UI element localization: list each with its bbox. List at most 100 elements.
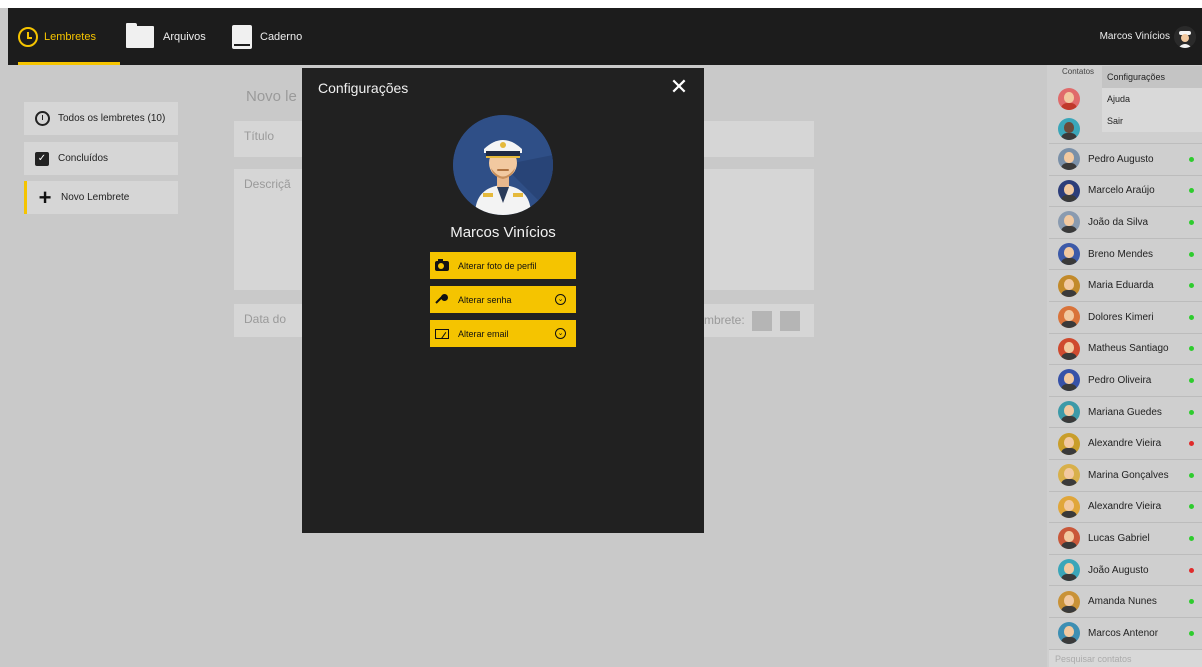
contact-row[interactable]: Pedro Augusto	[1049, 144, 1202, 176]
color-swatch[interactable]	[752, 311, 772, 331]
close-icon[interactable]: ✕	[668, 76, 690, 98]
avatar	[1058, 464, 1080, 487]
color-swatch[interactable]	[780, 311, 800, 331]
clock-icon	[18, 26, 38, 47]
checkbox-icon: ✓	[35, 151, 49, 166]
avatar	[1058, 369, 1080, 392]
plus-icon: +	[38, 184, 52, 210]
contact-name: João Augusto	[1088, 564, 1149, 576]
change-email-button[interactable]: Alterar email ⌄	[430, 320, 576, 347]
contact-row[interactable]: Pedro Oliveira	[1049, 365, 1202, 397]
status-dot-icon	[1189, 283, 1194, 289]
menu-item-sair[interactable]: Sair	[1102, 110, 1202, 132]
contact-name: Lucas Gabriel	[1088, 532, 1150, 544]
contacts-tab[interactable]: Contatos	[1062, 67, 1094, 76]
contact-row[interactable]: Alexandre Vieira	[1049, 492, 1202, 524]
avatar	[1058, 527, 1080, 550]
status-dot-icon	[1189, 188, 1194, 194]
sidebar-item-new-reminder[interactable]: + Novo Lembrete	[24, 181, 178, 214]
top-bar: Lembretes Arquivos Caderno Marcos Viníci…	[8, 8, 1202, 65]
status-dot-icon	[1189, 441, 1194, 447]
user-avatar[interactable]	[1174, 26, 1196, 48]
contact-name: Pedro Oliveira	[1088, 374, 1152, 386]
menu-item-configuracoes[interactable]: Configurações	[1102, 66, 1202, 88]
contact-name: Marcelo Araújo	[1088, 185, 1155, 197]
contact-row[interactable]: Breno Mendes	[1049, 239, 1202, 271]
change-password-button[interactable]: Alterar senha ⌄	[430, 286, 576, 313]
header-user-name[interactable]: Marcos Vinícios	[1100, 8, 1170, 65]
notebook-icon	[232, 24, 252, 49]
contact-row[interactable]: Maria Eduarda	[1049, 270, 1202, 302]
menu-item-ajuda[interactable]: Ajuda	[1102, 88, 1202, 110]
captain-avatar-icon	[453, 115, 553, 215]
window-frame	[0, 0, 1202, 8]
status-dot-icon	[1189, 599, 1194, 605]
nav-tab-lembretes[interactable]: Lembretes	[18, 8, 120, 65]
nav-tab-arquivos[interactable]: Arquivos	[126, 8, 210, 65]
sidebar-item-label: Todos os lembretes (10)	[58, 113, 166, 124]
change-photo-button[interactable]: Alterar foto de perfil	[430, 252, 576, 279]
avatar	[1058, 401, 1080, 424]
contact-row[interactable]: Dolores Kimeri	[1049, 302, 1202, 334]
contact-row[interactable]: Matheus Santiago	[1049, 334, 1202, 366]
contact-row[interactable]: Alexandre Vieira	[1049, 428, 1202, 460]
status-dot-icon	[1189, 630, 1194, 636]
status-dot-icon	[1189, 377, 1194, 383]
folder-icon	[126, 22, 154, 48]
contact-row[interactable]: João Augusto	[1049, 555, 1202, 587]
contact-name: Breno Mendes	[1088, 248, 1154, 260]
avatar	[1058, 495, 1080, 518]
form-title: Novo le	[246, 88, 297, 105]
date-label: Data do	[244, 312, 287, 326]
avatar	[1058, 243, 1080, 266]
key-icon	[436, 293, 448, 306]
sidebar-item-label: Novo Lembrete	[61, 192, 130, 203]
contact-name: Alexandre Vieira	[1088, 438, 1162, 450]
contact-name: Pedro Augusto	[1088, 153, 1154, 165]
reminder-label: mbrete:	[704, 313, 745, 327]
contact-name: Alexandre Vieira	[1088, 501, 1162, 513]
status-dot-icon	[1189, 472, 1194, 478]
contact-name: Maria Eduarda	[1088, 280, 1154, 292]
contact-row[interactable]: Mariana Guedes	[1049, 397, 1202, 429]
contact-name: Dolores Kimeri	[1088, 311, 1154, 323]
clock-icon	[34, 111, 50, 126]
avatar	[1058, 622, 1080, 645]
contact-row[interactable]: Marcelo Araújo	[1049, 176, 1202, 208]
chevron-down-icon: ⌄	[555, 328, 566, 339]
contact-row[interactable]: João da Silva	[1049, 207, 1202, 239]
nav-tab-label: Caderno	[260, 30, 303, 43]
contact-row[interactable]: Lucas Gabriel	[1049, 523, 1202, 555]
captain-avatar-icon	[1174, 26, 1196, 48]
sidebar-item-label: Concluídos	[58, 153, 109, 164]
contact-name: Mariana Guedes	[1088, 406, 1162, 418]
profile-user-name: Marcos Vinícios	[450, 224, 556, 241]
contact-name: João da Silva	[1088, 216, 1149, 228]
avatar	[1058, 87, 1080, 110]
sidebar-item-all-reminders[interactable]: Todos os lembretes (10)	[24, 102, 178, 135]
button-label: Alterar senha	[458, 294, 512, 305]
camera-icon	[435, 258, 449, 271]
status-dot-icon	[1189, 219, 1194, 225]
contact-search-input[interactable]: Pesquisar contatos	[1049, 650, 1202, 667]
contact-row[interactable]: Marina Gonçalves	[1049, 460, 1202, 492]
profile-avatar	[453, 115, 553, 215]
sidebar-item-completed[interactable]: ✓ Concluídos	[24, 142, 178, 175]
envelope-icon	[435, 328, 449, 339]
nav-tab-label: Lembretes	[44, 30, 96, 43]
contact-name: Matheus Santiago	[1088, 343, 1169, 355]
avatar	[1058, 559, 1080, 582]
avatar	[1058, 590, 1080, 613]
avatar	[1058, 274, 1080, 297]
avatar	[1058, 306, 1080, 329]
avatar	[1058, 179, 1080, 202]
status-dot-icon	[1189, 314, 1194, 320]
nav-tab-label: Arquivos	[163, 30, 206, 43]
nav-tab-caderno[interactable]: Caderno	[232, 8, 316, 65]
contact-name: Marcos Antenor	[1088, 627, 1159, 639]
button-label: Alterar foto de perfil	[458, 260, 537, 271]
contact-row[interactable]: Marcos Antenor	[1049, 618, 1202, 650]
contact-name: Marina Gonçalves	[1088, 469, 1169, 481]
status-dot-icon	[1189, 567, 1194, 573]
contact-row[interactable]: Amanda Nunes	[1049, 586, 1202, 618]
